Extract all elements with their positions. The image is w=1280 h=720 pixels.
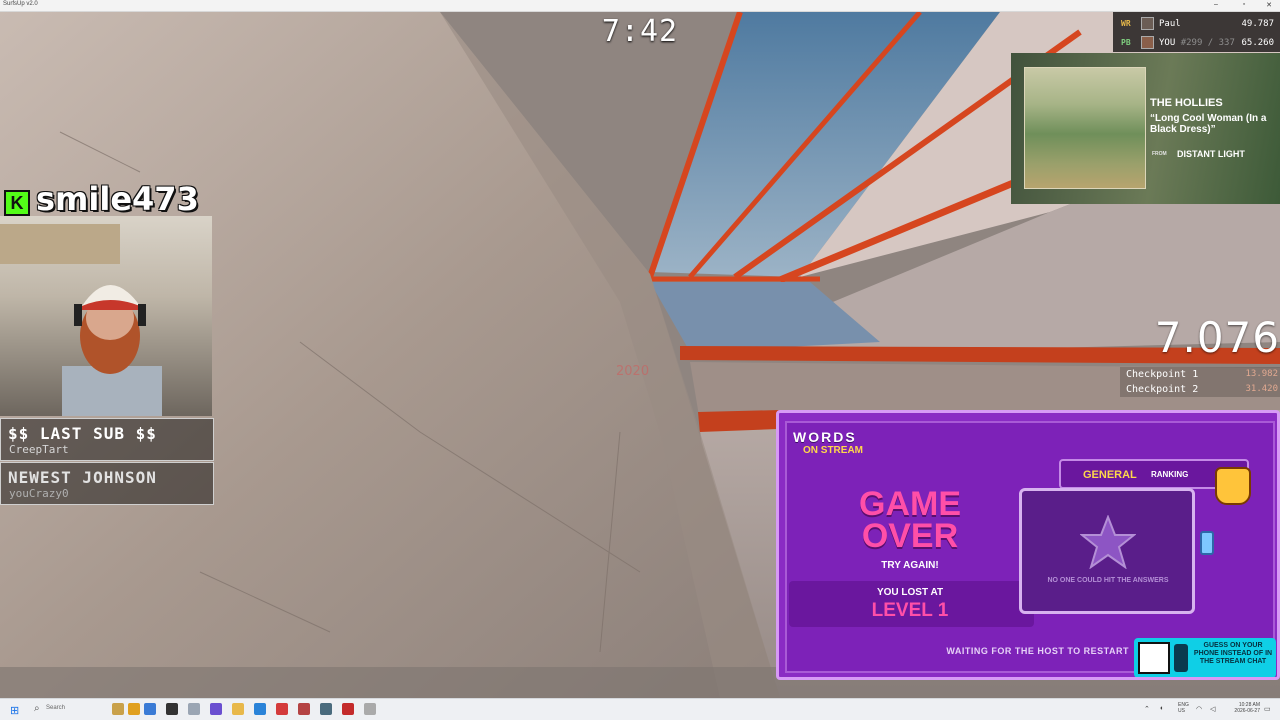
search-icon[interactable]: ⌕ [34,703,40,714]
wos-logo-onstream: ON STREAM [803,445,863,456]
newest-title: NEWEST JOHNSON [8,468,157,487]
qr-code-icon[interactable] [1138,642,1170,674]
checkpoint-row: Checkpoint 2 31.420 [1120,382,1280,397]
lost-level-value: LEVEL 1 [871,600,949,621]
star-icon [1080,515,1136,569]
ranking-label: RANKING [1151,470,1189,479]
checkpoint-row: Checkpoint 1 13.982 [1120,367,1280,382]
window-title: SurfsUp v2.0 [3,1,38,7]
keyboard-language[interactable]: ENG US [1178,702,1189,714]
side-tab-icon [1200,531,1214,555]
streamer-name: smile473 [36,180,199,218]
trophy-icon [1215,467,1251,505]
taskbar-app-icon[interactable] [276,703,288,715]
last-sub-title: $$ LAST SUB $$ [8,424,157,443]
checkpoint-time: 13.982 [1245,369,1278,379]
pb-time: 65.260 [1241,38,1274,48]
taskbar-app-icon[interactable] [320,703,332,715]
no-answers-text: NO ONE COULD HIT THE ANSWERS [1047,577,1169,584]
tray-network-icon[interactable]: ◐ [1160,705,1164,712]
pb-tag: PB [1121,38,1131,47]
guess-on-phone-box: GUESS ON YOUR PHONE INSTEAD OF IN THE ST… [1134,638,1276,677]
leaderboard-panel: WR Paul 49.787 PB YOU #299 / 337 65.260 [1113,12,1280,52]
close-icon[interactable]: ✕ [1262,1,1276,9]
try-again-text: TRY AGAIN! [881,560,939,571]
round-timer: 7:42 [601,14,679,49]
now-playing-widget: THE HOLLIES “Long Cool Woman (In a Black… [1011,53,1280,204]
kick-letter: K [10,193,24,213]
waiting-host-text: WAITING FOR THE HOST TO RESTART [946,646,1129,656]
checkpoint-time: 31.420 [1245,384,1278,394]
pb-rank: #299 / 337 [1180,38,1235,48]
player-avatar-icon [1141,17,1154,30]
player-avatar-icon [1141,36,1154,49]
volume-icon[interactable]: ◁ [1210,705,1215,713]
webcam-feed [0,216,212,416]
guess-prompt: GUESS ON YOUR PHONE INSTEAD OF IN THE ST… [1193,642,1273,665]
phone-icon [1174,644,1188,672]
album-from-label: FROM [1152,151,1167,157]
taskbar-app-icon[interactable] [298,703,310,715]
run-speed-readout: 7.076 [1154,313,1280,362]
wr-player-name: Paul [1159,19,1181,29]
taskbar-app-icon[interactable] [210,703,222,715]
kick-logo-icon: K [4,190,30,216]
last-sub-user: CreepTart [9,443,69,456]
newest-user: youCrazy0 [9,487,69,500]
ranking-panel: NO ONE COULD HIT THE ANSWERS [1019,488,1195,614]
game-over-heading: GAME OVER [859,485,961,555]
lost-at-label: YOU LOST AT [876,587,944,598]
world-record-row: WR Paul 49.787 [1113,14,1280,32]
pb-name-text: YOU [1159,38,1176,48]
track-title: “Long Cool Woman (In a Black Dress)” [1150,113,1267,135]
taskbar-app-icon[interactable] [128,703,140,715]
taskbar-app-icon[interactable] [144,703,156,715]
wos-logo: WORDS ON STREAM [793,429,883,469]
checkpoint-label: Checkpoint 1 [1126,369,1199,380]
taskbar-app-icon[interactable] [112,703,124,715]
taskbar-search[interactable]: Search [46,705,65,711]
pb-player-name: YOU #299 / 337 [1159,38,1235,48]
maximize-icon[interactable]: ▫ [1237,1,1251,8]
wos-logo-words: WORDS [793,429,857,445]
clock-date: 2026-06-27 [1234,708,1260,714]
taskbar-app-icon[interactable] [188,703,200,715]
taskbar-app-icon[interactable] [254,703,266,715]
wifi-icon[interactable]: ◠ [1196,705,1202,713]
taskbar-app-icon[interactable] [232,703,244,715]
tray-chevron-icon[interactable]: ⌃ [1144,705,1150,713]
window-titlebar: SurfsUp v2.0 – ▫ ✕ [0,0,1280,12]
track-artist: THE HOLLIES [1150,97,1223,109]
taskbar-app-icon[interactable] [342,703,354,715]
minimize-icon[interactable]: – [1209,1,1223,8]
streamer-figure [62,285,162,416]
game-screen: SurfsUp v2.0 – ▫ ✕ 7:42 2020 WR Paul 49.… [0,0,1280,720]
taskbar-clock[interactable]: 10:28 AM 2026-06-27 [1226,702,1260,714]
windows-taskbar: ⊞ ⌕ Search ⌃ ◐ ENG US ◠ ◁ 10:28 AM 2026-0… [0,698,1280,720]
newest-follower-box: NEWEST JOHNSON youCrazy0 [0,462,214,505]
wr-time: 49.787 [1241,19,1274,29]
notification-icon[interactable]: ▭ [1264,705,1271,713]
album-art [1024,67,1146,189]
personal-best-row: PB YOU #299 / 337 65.260 [1113,33,1280,51]
checkpoint-label: Checkpoint 2 [1126,384,1199,395]
last-sub-box: $$ LAST SUB $$ CreepTart [0,418,214,461]
taskbar-app-icon[interactable] [166,703,178,715]
taskbar-app-icon[interactable] [364,703,376,715]
wr-tag: WR [1121,19,1131,28]
ranking-general-label: GENERAL [1083,469,1137,481]
album-name: DISTANT LIGHT [1177,149,1245,159]
windows-start-icon[interactable]: ⊞ [10,704,19,717]
wall-decal-text: 2020 [616,364,650,379]
words-on-stream-widget: WORDS ON STREAM GAME OVER TRY AGAIN! YOU… [776,410,1280,680]
